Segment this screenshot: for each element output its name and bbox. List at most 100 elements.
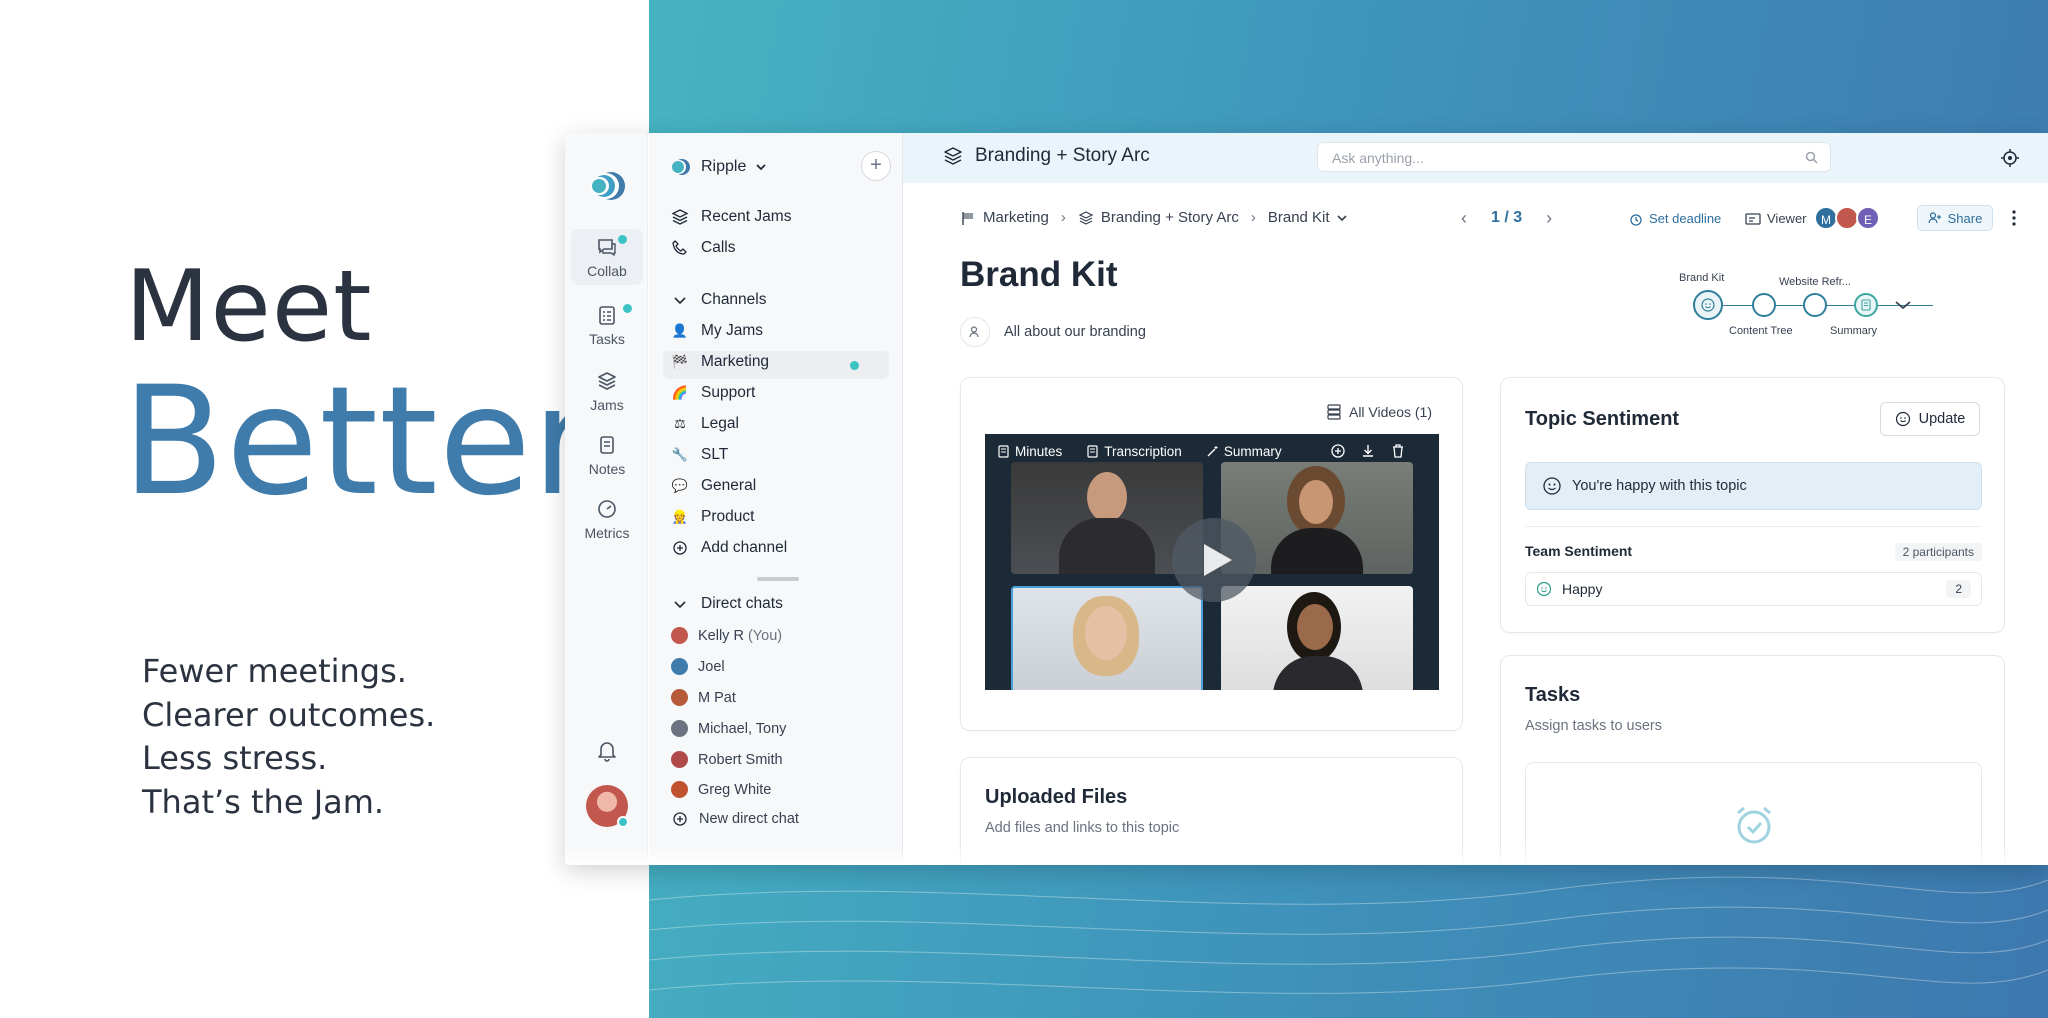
new-direct-chat-button[interactable]: New direct chat [671, 810, 799, 828]
checklist-icon [599, 306, 615, 325]
breadcrumb-item[interactable]: Marketing [983, 209, 1049, 226]
stack-icon [1327, 404, 1341, 420]
step-website-refresh[interactable] [1803, 293, 1827, 317]
dm-label: Kelly R [698, 627, 744, 644]
channel-item[interactable]: 🔧 SLT [671, 446, 728, 464]
step-content-tree[interactable] [1752, 293, 1776, 317]
video-player[interactable]: Minutes Transcription Summary [985, 434, 1439, 690]
channel-item[interactable]: 🌈 Support [671, 384, 755, 402]
assign-user-icon[interactable] [960, 317, 990, 347]
sidebar-item-recent-jams[interactable]: Recent Jams [671, 208, 791, 226]
step-brand-kit[interactable] [1693, 290, 1723, 320]
layers-icon [598, 372, 616, 390]
chevron-down-icon[interactable] [1336, 212, 1348, 224]
more-vertical-icon[interactable] [2007, 209, 2021, 227]
hero-tagline: Fewer meetings. Clearer outcomes. Less s… [142, 650, 435, 824]
all-videos-button[interactable]: All Videos (1) [1327, 404, 1432, 420]
breadcrumb-item[interactable]: Branding + Story Arc [1101, 209, 1239, 226]
viewer-toggle[interactable]: Viewer [1745, 211, 1807, 226]
chevron-down-icon [756, 164, 766, 171]
page-counter: 1 / 3 [1491, 209, 1523, 226]
search-input[interactable]: Ask anything... [1317, 142, 1831, 172]
direct-chats-section-header[interactable]: Direct chats [671, 595, 783, 613]
transcription-button[interactable]: Transcription [1086, 444, 1182, 459]
dm-item[interactable]: Kelly R (You) [671, 627, 782, 644]
share-button[interactable]: Share [1917, 205, 1993, 231]
channel-label: My Jams [701, 322, 763, 339]
channel-label: SLT [701, 446, 729, 463]
dm-item[interactable]: Michael, Tony [671, 720, 786, 737]
video-toolbar-label: Minutes [1015, 443, 1063, 459]
video-tile [1221, 586, 1413, 690]
rail-notes[interactable]: Notes [571, 433, 643, 477]
tagline-line: That’s the Jam. [142, 782, 385, 821]
rail-label: Tasks [589, 331, 625, 347]
channel-item[interactable]: 🏁 Marketing [671, 353, 769, 371]
ripple-logo-icon [672, 159, 690, 175]
channel-label: Product [701, 508, 755, 525]
dm-item[interactable]: Robert Smith [671, 751, 783, 768]
breadcrumb-item[interactable]: Brand Kit [1268, 209, 1330, 226]
add-user-icon [1928, 212, 1941, 224]
add-channel-button[interactable]: Add channel [671, 539, 787, 557]
rail-metrics[interactable]: Metrics [571, 497, 643, 541]
step-summary[interactable] [1854, 293, 1878, 317]
chevron-down-icon[interactable] [1894, 299, 1912, 311]
rail-label: Jams [590, 397, 624, 413]
unread-badge [623, 304, 632, 313]
search-placeholder: Ask anything... [1332, 150, 1424, 166]
channel-item[interactable]: 👷 Product [671, 508, 755, 526]
bottom-fade [565, 845, 2048, 865]
workspace-name: Ripple [701, 158, 747, 175]
landing-stage: Meet Better Fewer meetings. Clearer outc… [0, 0, 2048, 1018]
play-button[interactable] [1172, 518, 1256, 602]
channel-item[interactable]: ⚖ Legal [671, 415, 739, 433]
dm-item[interactable]: M Pat [671, 689, 736, 706]
share-label: Share [1947, 210, 1983, 226]
topic-sentiment-card: Topic Sentiment Update You're happy with… [1500, 377, 2005, 633]
rail-collab[interactable]: Collab [571, 229, 643, 285]
minutes-button[interactable]: Minutes [997, 444, 1062, 459]
update-button[interactable]: Update [1880, 402, 1980, 436]
summary-button[interactable]: Summary [1206, 444, 1282, 459]
rail-jams[interactable]: Jams [571, 369, 643, 413]
sentiment-row: Happy 2 [1525, 572, 1982, 606]
topic-stepper: Brand Kit Website Refr... Content Tree S… [1673, 269, 2043, 349]
participant-avatars[interactable]: M E [1814, 206, 1880, 230]
tasks-card: Tasks Assign tasks to users [1500, 655, 2005, 865]
alarm-clock-icon [1737, 806, 1771, 844]
hero-heading-meet: Meet [125, 250, 373, 364]
workspace-switcher[interactable]: Ripple [671, 157, 768, 177]
chevron-left-icon[interactable]: ‹ [1451, 205, 1477, 231]
dm-item[interactable]: Greg White [671, 781, 771, 798]
channel-sidebar: Ripple + Recent Jams Calls Channels 👤 My… [649, 133, 903, 865]
add-button[interactable]: + [861, 151, 891, 181]
bell-icon[interactable] [594, 737, 620, 763]
card-subtitle: Add files and links to this topic [985, 820, 1180, 836]
sidebar-item-calls[interactable]: Calls [671, 239, 735, 257]
chevron-right-icon[interactable]: › [1536, 205, 1562, 231]
avatar: E [1856, 206, 1880, 230]
topic-pager: ‹ 1 / 3 › [1451, 205, 1562, 231]
sentiment-banner: You're happy with this topic [1525, 462, 1982, 510]
avatar [671, 689, 688, 706]
channel-label: Legal [701, 415, 739, 432]
dm-item[interactable]: Joel [671, 658, 725, 675]
download-icon[interactable] [1360, 443, 1376, 459]
top-bar: Branding + Story Arc Ask anything... [903, 133, 2048, 183]
unread-dot [850, 361, 859, 370]
plus-circle-icon[interactable] [1330, 443, 1346, 459]
rail-tasks[interactable]: Tasks [571, 303, 643, 347]
breadcrumb: Marketing › Branding + Story Arc › Brand… [960, 209, 1348, 226]
channels-section-header[interactable]: Channels [671, 291, 767, 309]
channel-item[interactable]: 💬 General [671, 477, 756, 495]
scrollbar[interactable] [757, 577, 799, 581]
trash-icon[interactable] [1390, 443, 1406, 459]
set-deadline-button[interactable]: Set deadline [1629, 211, 1721, 226]
avatar [671, 627, 688, 644]
tagline-line: Less stress. [142, 739, 328, 777]
chevron-right-icon: › [1250, 209, 1256, 226]
channel-item[interactable]: 👤 My Jams [671, 322, 763, 340]
ai-sparkle-icon[interactable] [1999, 147, 2021, 169]
document-icon [1087, 444, 1098, 458]
